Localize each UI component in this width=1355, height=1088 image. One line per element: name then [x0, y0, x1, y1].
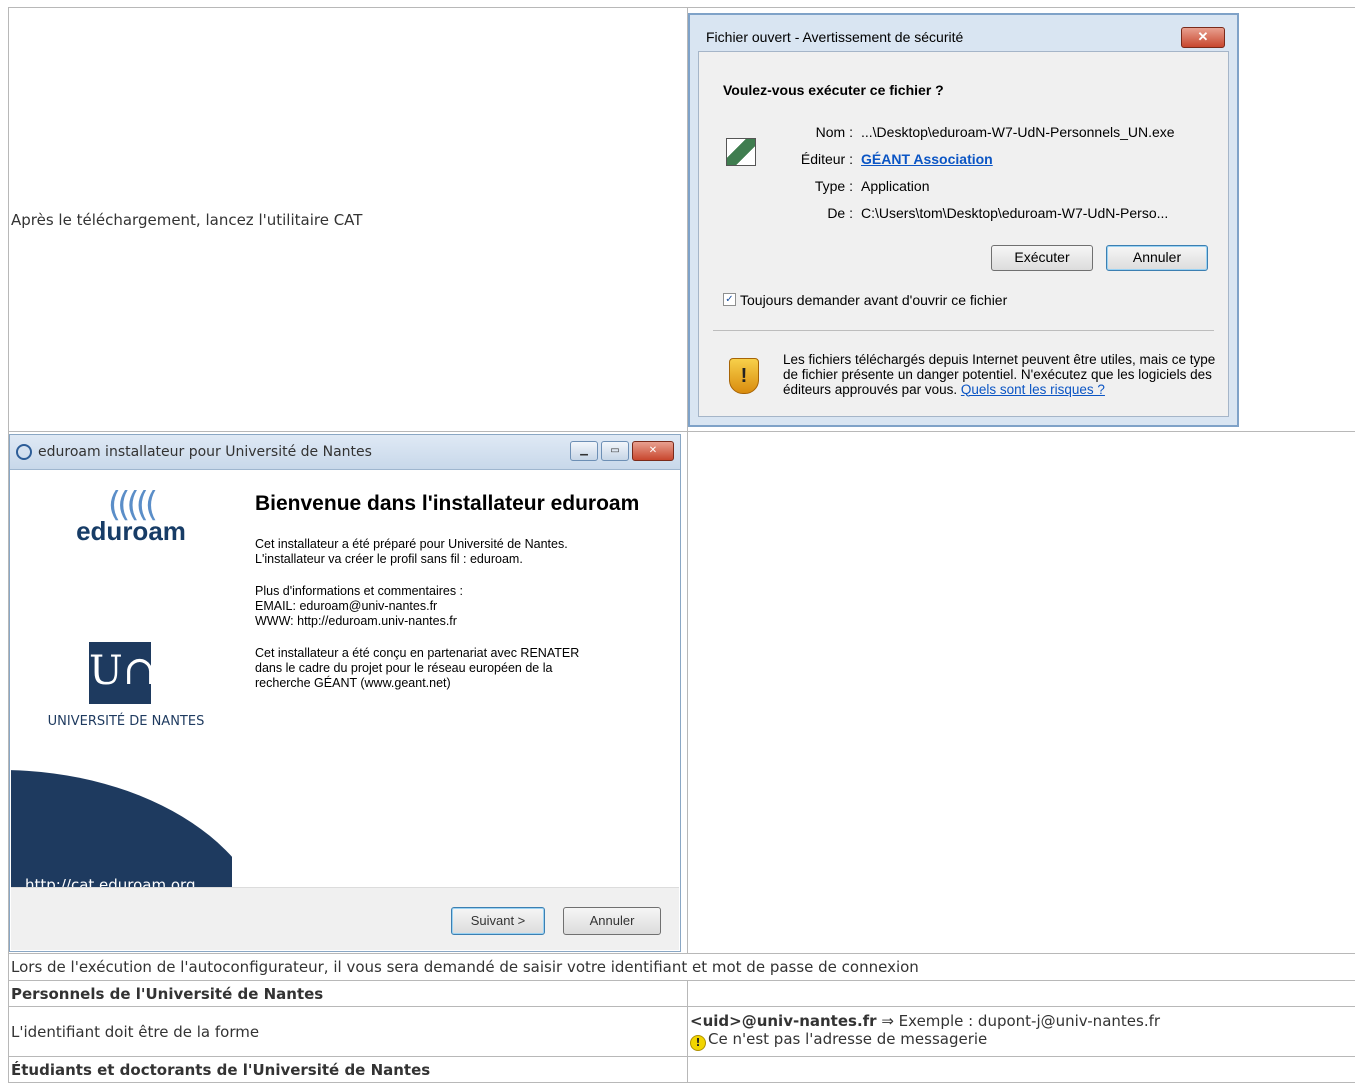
run-button[interactable]: Exécuter [991, 244, 1093, 271]
partnership-paragraph: Cet installateur a été conçu en partenar… [255, 645, 580, 690]
security-dialog-cell: Fichier ouvert - Avertissement de sécuri… [687, 7, 1355, 432]
next-button[interactable]: Suivant > [451, 906, 545, 935]
security-warning-dialog: Fichier ouvert - Avertissement de sécuri… [688, 12, 1239, 427]
staff-heading: Personnels de l'Université de Nantes [8, 980, 688, 1007]
wifi-icon [16, 443, 32, 460]
cancel-button[interactable]: Annuler [563, 906, 661, 935]
eduroam-logo: ((((( eduroam [51, 484, 211, 544]
identifier-note: Ce n'est pas l'adresse de messagerie [708, 1030, 988, 1048]
sidebar-wave [11, 769, 232, 887]
contact-paragraph: Plus d'informations et commentaires : EM… [255, 583, 464, 628]
close-button[interactable]: ✕ [1181, 26, 1225, 48]
identifier-format-label: L'identifiant doit être de la forme [8, 1006, 688, 1057]
university-logo: U∩ [89, 641, 156, 704]
empty-cell [687, 431, 1355, 954]
installer-window: eduroam installateur pour Université de … [9, 433, 681, 952]
students-heading: Étudiants et doctorants de l'Université … [8, 1056, 688, 1083]
file-type: Application [861, 177, 930, 194]
close-button[interactable]: ✕ [632, 440, 674, 461]
credentials-instruction: Lors de l'exécution de l'autoconfigurate… [8, 953, 1355, 981]
file-info: Nom : ...\Desktop\eduroam-W7-UdN-Personne… [769, 124, 1175, 232]
installer-title: eduroam installateur pour Université de … [38, 443, 372, 460]
dialog-title: Fichier ouvert - Avertissement de sécuri… [706, 28, 964, 45]
application-icon [726, 137, 756, 166]
publisher-link[interactable]: GÉANT Association [861, 151, 993, 178]
identifier-example: ⇒ Exemple : dupont-j@univ-nantes.fr [876, 1012, 1161, 1030]
university-name: UNIVERSITÉ DE NANTES [47, 713, 205, 729]
installer-footer: Suivant > Annuler [11, 886, 679, 950]
dialog-question: Voulez-vous exécuter ce fichier ? [723, 81, 944, 98]
welcome-title: Bienvenue dans l'installateur eduroam [255, 491, 640, 515]
always-ask-checkbox[interactable]: ✓ Toujours demander avant d'ouvrir ce fi… [723, 292, 1007, 308]
cat-url: http://cat.eduroam.org [25, 875, 196, 887]
file-source: C:\Users\tom\Desktop\eduroam-W7-UdN-Pers… [861, 204, 1169, 221]
installer-cell: eduroam installateur pour Université de … [8, 431, 688, 954]
warning-text: Les fichiers téléchargés depuis Internet… [783, 351, 1216, 397]
file-name: ...\Desktop\eduroam-W7-UdN-Personnels_UN… [861, 123, 1175, 140]
warning-icon: ! [690, 1035, 706, 1051]
installer-content: Bienvenue dans l'installateur eduroam Ce… [255, 490, 665, 708]
cancel-button[interactable]: Annuler [1106, 244, 1208, 271]
signal-waves-icon: ((((( [107, 484, 158, 525]
maximize-button[interactable]: ▭ [601, 440, 629, 461]
divider [713, 329, 1214, 331]
identifier-format: <uid>@univ-nantes.fr [690, 1012, 877, 1030]
checkbox-checked-icon[interactable]: ✓ [723, 293, 736, 306]
shield-warning-icon: ! [729, 357, 759, 394]
installer-sidebar: ((((( eduroam U∩ UNIVERSITÉ DE NANTES ht… [11, 469, 232, 887]
identifier-format-cell: <uid>@univ-nantes.fr ⇒ Exemple : dupont-… [687, 1006, 1355, 1057]
minimize-button[interactable]: ▁ [570, 440, 598, 461]
instruction-run-cat: Après le téléchargement, lancez l'utilit… [8, 7, 688, 432]
content-table: Après le téléchargement, lancez l'utilit… [8, 7, 1355, 1083]
risks-link[interactable]: Quels sont les risques ? [961, 382, 1105, 397]
intro-paragraph: Cet installateur a été préparé pour Univ… [255, 536, 568, 566]
